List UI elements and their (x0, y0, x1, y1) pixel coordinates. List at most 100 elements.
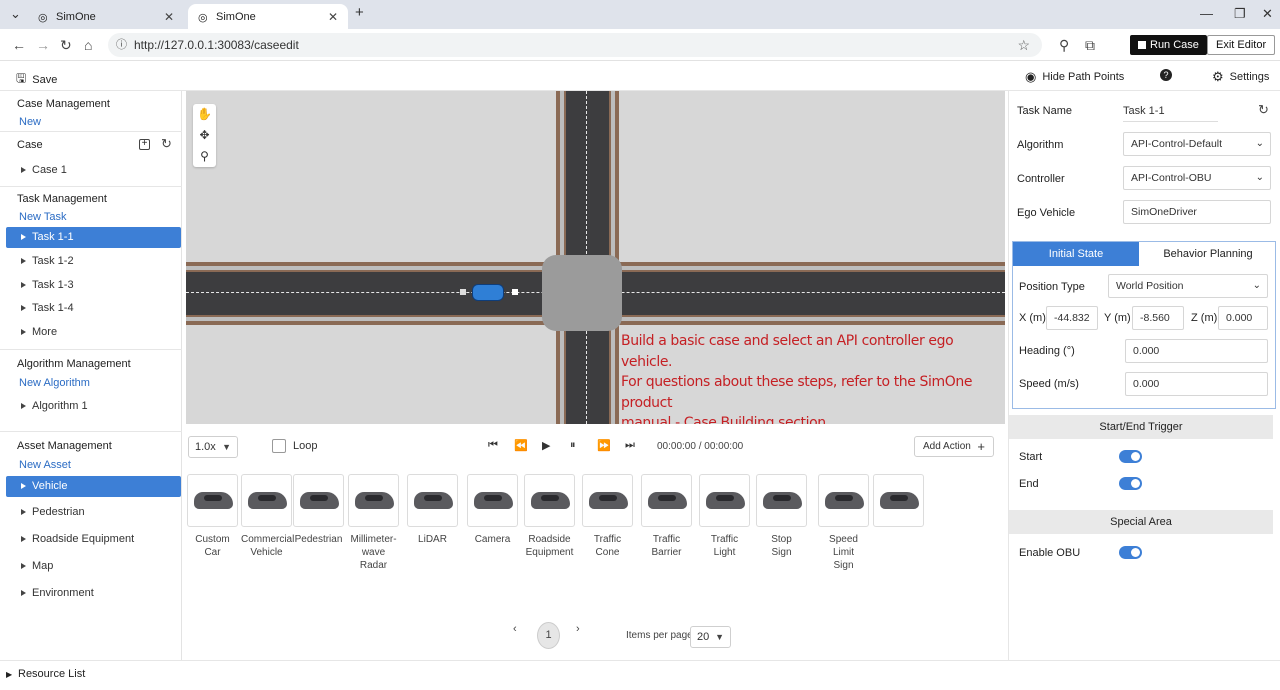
new-algorithm-link[interactable]: New Algorithm (19, 377, 90, 389)
asset-card[interactable]: Traffic Cone (582, 474, 633, 559)
ego-vehicle-field[interactable]: SimOneDriver (1123, 200, 1271, 224)
reload-icon[interactable]: ↻ (60, 37, 72, 54)
add-case-icon[interactable]: + (139, 139, 150, 150)
asset-card[interactable]: Commercial Vehicle (241, 474, 294, 559)
home-icon[interactable]: ⌂ (84, 37, 92, 53)
fast-forward-icon[interactable]: ⏩ (597, 439, 611, 452)
resource-list-bar[interactable]: ▶ Resource List (0, 660, 1280, 690)
position-type-select[interactable]: World Position ⌄ (1108, 274, 1268, 298)
url-text: http://127.0.0.1:30083/caseedit (134, 38, 299, 52)
tab-initial-state[interactable]: Initial State (1013, 242, 1139, 266)
asset-item-map[interactable]: Map (6, 556, 181, 577)
hide-path-points-button[interactable]: ◉ Hide Path Points (1025, 69, 1124, 85)
asset-card[interactable]: Stop Sign (756, 474, 807, 559)
site-info-icon[interactable]: ⓘ (116, 33, 127, 57)
asset-card[interactable]: Camera (467, 474, 518, 546)
exit-editor-button[interactable]: Exit Editor (1207, 35, 1276, 55)
maximize-icon[interactable]: ❐ (1234, 6, 1246, 22)
end-label: End (1019, 478, 1039, 490)
asset-item-environment[interactable]: Environment (6, 583, 181, 604)
location-icon[interactable]: ⚲ (1059, 37, 1069, 54)
close-tab-icon[interactable]: ✕ (328, 10, 338, 24)
z-field[interactable]: 0.000 (1218, 306, 1268, 330)
browser-tab-1[interactable]: ◎ SimOne ✕ (28, 4, 184, 29)
vehicle-icon (763, 492, 802, 509)
hide-path-label: Hide Path Points (1042, 71, 1125, 83)
save-button[interactable]: 🖫 Save (16, 69, 57, 90)
asset-card[interactable]: Traffic Barrier (641, 474, 692, 559)
enable-obu-toggle[interactable] (1119, 546, 1142, 559)
case-management-title: Case Management (17, 98, 110, 110)
pan-hand-icon[interactable]: ✋ (193, 104, 216, 125)
tab-list-icon[interactable]: ⌄ (10, 6, 21, 22)
start-toggle[interactable] (1119, 450, 1142, 463)
task-item-1-1[interactable]: Task 1-1 (6, 227, 181, 248)
forward-icon[interactable]: → (36, 37, 50, 53)
loop-label: Loop (293, 440, 318, 452)
asset-thumbnail (818, 474, 869, 527)
add-action-button[interactable]: Add Action + (914, 436, 994, 457)
minimize-icon[interactable]: — (1200, 6, 1213, 21)
page-button[interactable]: 1 (537, 622, 560, 649)
items-per-page-select[interactable]: 20 ▼ (690, 626, 731, 648)
bookmark-star-icon[interactable]: ☆ (1017, 33, 1030, 57)
asset-card[interactable]: Pedestrian (293, 474, 344, 546)
algorithm-item[interactable]: Algorithm 1 (6, 396, 181, 417)
move-icon[interactable]: ✥ (193, 125, 216, 146)
new-task-link[interactable]: New Task (19, 211, 66, 223)
case-item[interactable]: Case 1 (6, 160, 181, 181)
loop-checkbox[interactable] (272, 439, 286, 453)
pause-icon[interactable]: ⏸ (570, 439, 576, 452)
asset-card[interactable]: Speed Limit Sign (818, 474, 869, 572)
items-per-page-label: Items per page: (626, 630, 696, 641)
prev-page-icon[interactable]: ‹ (513, 623, 517, 635)
path-point[interactable] (512, 289, 518, 295)
help-button[interactable]: ? (1160, 69, 1172, 81)
heading-field[interactable]: 0.000 (1125, 339, 1268, 363)
asset-item-vehicle[interactable]: Vehicle (6, 476, 181, 497)
task-item-1-3[interactable]: Task 1-3 (6, 275, 181, 296)
asset-card[interactable]: Custom Car (187, 474, 238, 559)
speed-select[interactable]: 1.0x ▼ (188, 436, 238, 458)
close-tab-icon[interactable]: ✕ (164, 10, 174, 24)
asset-item-pedestrian[interactable]: Pedestrian (6, 502, 181, 523)
refresh-cases-icon[interactable]: ↻ (161, 136, 172, 152)
settings-button[interactable]: ⚙ Settings (1212, 69, 1269, 85)
browser-tab-2[interactable]: ◎ SimOne ✕ (188, 4, 348, 29)
skip-end-icon[interactable]: ⏭ (625, 439, 635, 452)
end-toggle[interactable] (1119, 477, 1142, 490)
task-item-1-2[interactable]: Task 1-2 (6, 251, 181, 272)
task-item-more[interactable]: More (6, 322, 181, 343)
x-field[interactable]: -44.832 (1046, 306, 1098, 330)
new-asset-link[interactable]: New Asset (19, 459, 71, 471)
close-window-icon[interactable]: ✕ (1262, 6, 1273, 22)
skip-start-icon[interactable]: ⏮ (488, 439, 498, 452)
path-point[interactable] (460, 289, 466, 295)
asset-card[interactable]: Millimeter-wave Radar (348, 474, 399, 572)
run-case-button[interactable]: Run Case (1130, 35, 1207, 55)
asset-item-roadside-equipment[interactable]: Roadside Equipment (6, 529, 181, 550)
new-case-link[interactable]: New (19, 116, 41, 128)
tab-behavior-planning[interactable]: Behavior Planning (1141, 242, 1275, 266)
algorithm-select[interactable]: API-Control-Default ⌄ (1123, 132, 1271, 156)
extensions-icon[interactable]: ⧉ (1085, 37, 1095, 54)
map-viewport[interactable]: ✋ ✥ ⚲ Build a basic case and select an A… (186, 91, 1005, 424)
asset-card[interactable]: LiDAR (407, 474, 458, 546)
rewind-icon[interactable]: ⏪ (514, 439, 528, 452)
location-pin-icon[interactable]: ⚲ (193, 146, 216, 167)
ego-vehicle-marker[interactable] (472, 284, 504, 301)
y-field[interactable]: -8.560 (1132, 306, 1184, 330)
task-item-1-4[interactable]: Task 1-4 (6, 298, 181, 319)
url-field[interactable]: ⓘ http://127.0.0.1:30083/caseedit ☆ (108, 33, 1042, 57)
asset-card[interactable]: Roadside Equipment (524, 474, 575, 559)
refresh-icon[interactable]: ↻ (1258, 102, 1269, 118)
asset-card[interactable] (873, 474, 924, 533)
task-name-field[interactable]: Task 1-1 (1123, 105, 1218, 122)
new-tab-icon[interactable]: + (355, 4, 364, 21)
speed-field[interactable]: 0.000 (1125, 372, 1268, 396)
controller-select[interactable]: API-Control-OBU ⌄ (1123, 166, 1271, 190)
back-icon[interactable]: ← (12, 37, 26, 53)
play-icon[interactable]: ▶ (542, 439, 550, 452)
asset-card[interactable]: Traffic Light (699, 474, 750, 559)
next-page-icon[interactable]: › (576, 623, 580, 635)
